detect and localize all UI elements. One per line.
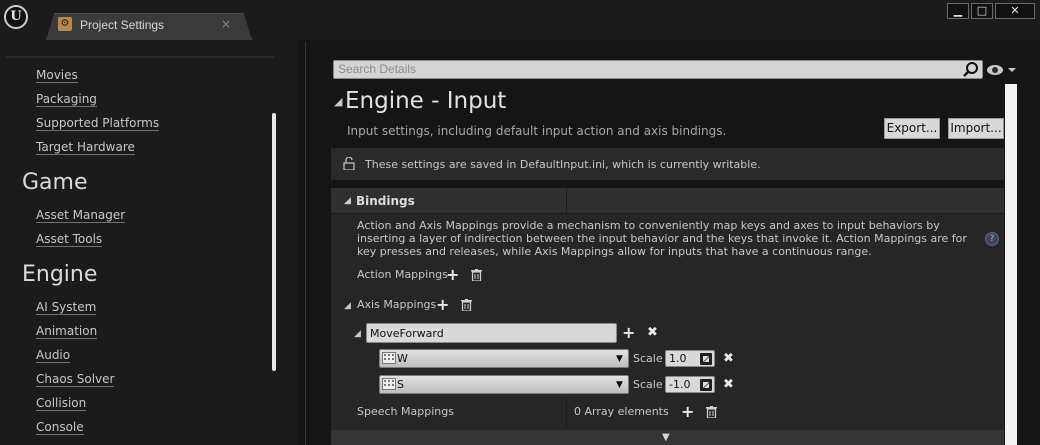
add-axis-key-icon[interactable]: + (622, 325, 635, 341)
help-icon[interactable]: ? (985, 232, 999, 246)
key-name: S (397, 378, 404, 391)
trash-icon[interactable] (706, 406, 717, 418)
remove-key-icon[interactable]: ✖ (723, 377, 734, 392)
bindings-collapse-icon[interactable]: ◢ (344, 196, 351, 206)
settings-gear-icon: ⚙ (58, 17, 72, 31)
axis-mappings-label: Axis Mappings (357, 298, 437, 311)
export-button[interactable]: Export... (884, 118, 940, 139)
unreal-logo-icon[interactable]: U (4, 5, 28, 29)
sidebar-item-animation[interactable]: Animation (36, 324, 98, 339)
scale-label: Scale (633, 352, 663, 365)
speech-mappings-label: Speech Mappings (357, 405, 454, 418)
sidebar-item-asset-tools[interactable]: Asset Tools (36, 232, 103, 247)
sidebar-item-ai-system[interactable]: AI System (36, 300, 97, 315)
column-separator (566, 188, 567, 214)
section-title-game: Game (22, 170, 88, 195)
close-window-button[interactable]: ✕ (995, 3, 1035, 19)
panel-divider[interactable] (305, 42, 306, 445)
sidebar-scrollbar[interactable] (272, 113, 276, 371)
sidebar-item-console[interactable]: Console (36, 420, 84, 435)
page-description: Input settings, including default input … (347, 124, 727, 138)
view-options-eye-icon[interactable] (986, 62, 1016, 78)
key-selector[interactable] (379, 375, 629, 394)
search-input[interactable] (333, 60, 983, 79)
keyboard-icon (382, 352, 396, 364)
axis-mappings-collapse-icon[interactable]: ◢ (344, 301, 351, 311)
search-placeholder: Search Details (338, 62, 417, 76)
dropdown-arrow-icon: ▼ (616, 380, 623, 390)
key-name: W (397, 352, 408, 365)
sidebar-item-packaging[interactable]: Packaging (36, 92, 97, 107)
add-action-mapping-icon[interactable]: + (446, 267, 459, 283)
sidebar-item-audio[interactable]: Audio (36, 348, 71, 363)
import-button[interactable]: Import... (948, 118, 1004, 139)
add-axis-mapping-icon[interactable]: + (436, 297, 449, 313)
remove-key-icon[interactable]: ✖ (723, 351, 734, 366)
column-separator (566, 398, 567, 427)
sidebar-item-chaos-solver[interactable]: Chaos Solver (36, 372, 115, 387)
maximize-button[interactable]: □ (971, 3, 993, 19)
sidebar-item-movies[interactable]: Movies (36, 68, 78, 83)
bindings-title: Bindings (356, 194, 415, 208)
scale-drag-icon[interactable] (700, 379, 712, 391)
collapse-arrow-icon[interactable]: ◢ (334, 95, 342, 108)
sidebar-item-target-hardware[interactable]: Target Hardware (36, 140, 135, 155)
remove-axis-icon[interactable]: ✖ (647, 325, 658, 340)
project-settings-window: U ⚙ Project Settings × ▁ □ ✕ Movies Pack… (0, 0, 1040, 445)
speech-array-count: 0 Array elements (574, 405, 669, 418)
minimize-button[interactable]: ▁ (947, 3, 969, 19)
scale-drag-icon[interactable] (700, 353, 712, 365)
trash-icon[interactable] (471, 269, 482, 281)
page-title: Engine - Input (345, 88, 507, 114)
sidebar-item-asset-manager[interactable]: Asset Manager (36, 208, 126, 223)
tab-close-icon[interactable]: × (221, 17, 231, 31)
details-scrollbar[interactable] (1005, 84, 1017, 445)
add-speech-mapping-icon[interactable]: + (681, 404, 694, 420)
unlock-icon (343, 157, 355, 170)
axis-group-collapse-icon[interactable]: ◢ (354, 329, 361, 339)
trash-icon[interactable] (461, 299, 472, 311)
expand-advanced-icon[interactable]: ▼ (662, 432, 670, 443)
tab-title: Project Settings (80, 18, 165, 32)
dropdown-arrow-icon: ▼ (616, 354, 623, 364)
scale-label: Scale (633, 378, 663, 391)
sidebar-item-collision[interactable]: Collision (36, 396, 87, 411)
key-selector[interactable] (379, 349, 629, 368)
bindings-category-header[interactable] (331, 188, 1004, 214)
sidebar-item-supported-platforms[interactable]: Supported Platforms (36, 116, 160, 131)
sidebar-divider (6, 56, 274, 58)
search-icon[interactable] (962, 60, 982, 79)
axis-name-input[interactable]: MoveForward (366, 323, 617, 343)
config-notice-text: These settings are saved in DefaultInput… (365, 158, 761, 171)
action-mappings-label: Action Mappings (357, 268, 448, 281)
section-title-engine: Engine (22, 262, 98, 287)
keyboard-icon (382, 378, 396, 390)
bindings-description: Action and Axis Mappings provide a mecha… (357, 219, 967, 258)
